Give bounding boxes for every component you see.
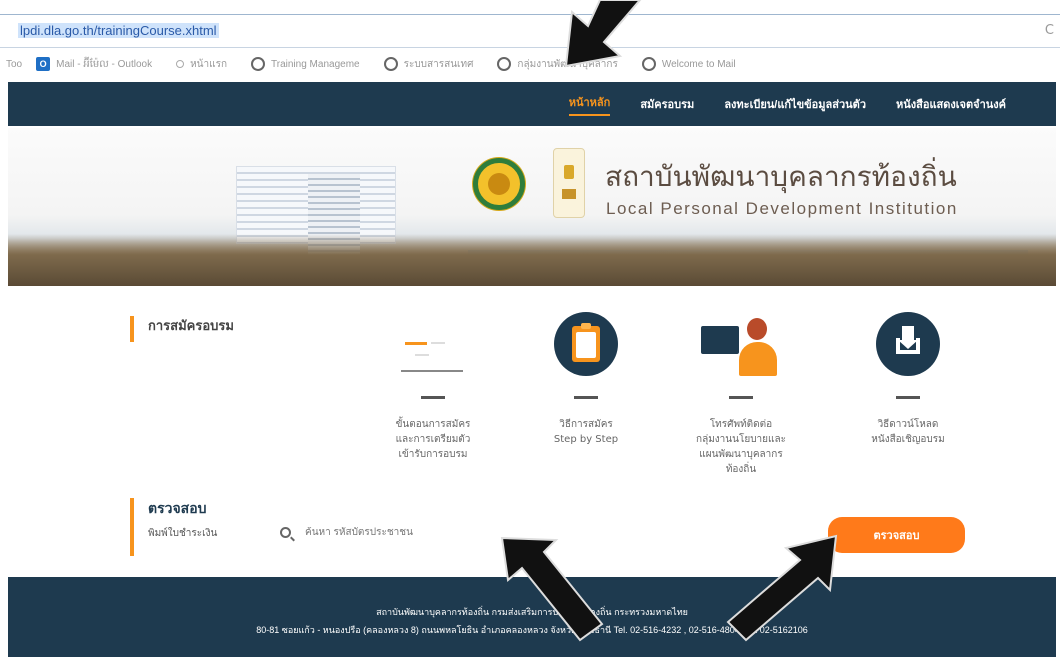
institution-title-th: สถาบันพัฒนาบุคลากรท้องถิ่น <box>605 160 957 193</box>
card-download[interactable]: วิธีดาวน์โหลด หนังสือเชิญอบรม <box>843 312 973 447</box>
bookmark-personnel[interactable]: กลุ่มงานพัฒนาบุคลากร <box>497 57 618 72</box>
card-divider <box>421 396 445 399</box>
footer-org-line: สถาบันพัฒนาบุคลากรท้องถิ่น กรมส่งเสริมกา… <box>376 607 688 617</box>
bookmark-home[interactable]: หน้าแรก <box>176 57 227 72</box>
bookmark-icon <box>176 60 185 68</box>
document-icon <box>401 312 465 376</box>
bookmark-label: Training Manageme <box>271 58 360 70</box>
search-icon <box>280 526 291 538</box>
download-icon <box>876 312 940 376</box>
globe-icon <box>497 57 512 71</box>
card-text: วิธีการสมัคร Step by Step <box>553 419 619 445</box>
card-contact[interactable]: โทรศัพท์ติดต่อ กลุ่มงานนโยบายและ แผนพัฒน… <box>676 312 806 477</box>
check-button[interactable]: ตรวจสอบ <box>828 517 965 553</box>
trees-image <box>8 234 1056 286</box>
url-text[interactable]: lpdi.dla.go.th/trainingCourse.xhtml <box>18 23 219 38</box>
bookmarks-bar: Too O Mail - អ៊ីម៉ែល - Outlook หน้าแรก T… <box>0 52 1060 76</box>
card-text: วิธีดาวน์โหลด หนังสือเชิญอบรม <box>871 419 945 445</box>
address-bar[interactable]: lpdi.dla.go.th/trainingCourse.xhtml C <box>0 14 1060 48</box>
globe-icon <box>641 57 656 71</box>
bookmark-outlook[interactable]: O Mail - អ៊ីម៉ែល - Outlook <box>36 57 152 72</box>
globe-icon <box>383 57 398 71</box>
footer-address-line: 80-81 ซอยแก้ว - หนองปรือ (คลองหลวง 8) ถน… <box>256 625 808 635</box>
nav-register-training[interactable]: สมัครอบรม <box>640 95 694 113</box>
bookmark-training[interactable]: Training Manageme <box>251 57 360 71</box>
bookmark-label: Mail - អ៊ីម៉ែល - Outlook <box>56 58 153 70</box>
id-search-input[interactable] <box>305 526 605 538</box>
nav-intent-letter[interactable]: หนังสือแสดงเจตจำนงค์ <box>896 95 1006 113</box>
nav-profile[interactable]: ลงทะเบียน/แก้ไขข้อมูลส่วนตัว <box>724 95 866 113</box>
outlook-icon: O <box>36 57 51 71</box>
card-divider <box>729 396 753 399</box>
card-text: ขั้นตอนการสมัคร และการเตรียมตัว เข้ารับก… <box>395 419 471 460</box>
contact-person-icon <box>701 312 777 376</box>
check-title: ตรวจสอบ <box>148 501 207 517</box>
card-text: โทรศัพท์ติดต่อ กลุ่มงานนโยบายและ แผนพัฒน… <box>696 419 786 475</box>
hero-banner: สถาบันพัฒนาบุคลากรท้องถิ่น Local Persona… <box>8 128 1056 286</box>
registration-heading: การสมัครอบรม <box>130 316 234 342</box>
check-subtitle: พิมพ์ใบชำระเงิน <box>148 528 218 539</box>
institution-title-en: Local Personal Development Institution <box>606 199 958 218</box>
bookmark-label: กลุ่มงานพัฒนาบุคลากร <box>517 58 618 70</box>
card-step-by-step[interactable]: วิธีการสมัคร Step by Step <box>521 312 651 447</box>
globe-icon <box>251 57 266 71</box>
nav-home[interactable]: หน้าหลัก <box>568 93 611 116</box>
refresh-icon[interactable]: C <box>1045 23 1054 38</box>
card-divider <box>896 396 920 399</box>
search-box <box>278 518 618 546</box>
bookmark-label: Welcome to Mail <box>661 58 736 70</box>
emblem-logo-icon <box>553 148 585 218</box>
bookmark-info-system[interactable]: ระบบสารสนเทศ <box>383 57 474 72</box>
footer: สถาบันพัฒนาบุคลากรท้องถิ่น กรมส่งเสริมกา… <box>8 577 1056 657</box>
card-registration-steps[interactable]: ขั้นตอนการสมัคร และการเตรียมตัว เข้ารับก… <box>368 312 498 462</box>
toolbar-prefix: Too <box>6 58 23 70</box>
seal-logo-icon <box>473 158 525 210</box>
card-divider <box>574 396 598 399</box>
check-section: ตรวจสอบ พิมพ์ใบชำระเงิน <box>130 498 217 556</box>
main-nav: หน้าหลัก สมัครอบรม ลงทะเบียน/แก้ไขข้อมูล… <box>8 82 1056 126</box>
bookmark-label: ระบบสารสนเทศ <box>403 58 474 70</box>
clipboard-icon <box>554 312 618 376</box>
bookmark-label: หน้าแรก <box>190 58 228 70</box>
bookmark-welcome[interactable]: Welcome to Mail <box>641 57 736 71</box>
